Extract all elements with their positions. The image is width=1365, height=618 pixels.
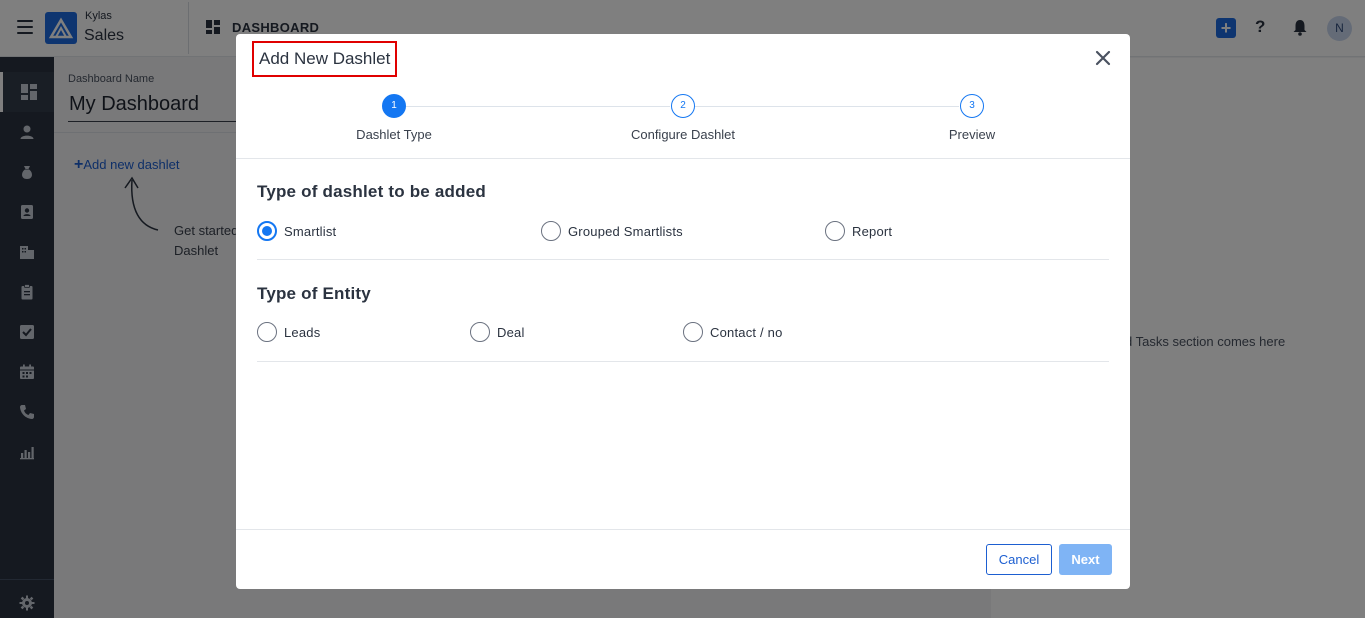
stepper-line-1 [406,106,670,107]
next-button[interactable]: Next [1059,544,1112,575]
cancel-button[interactable]: Cancel [986,544,1052,575]
modal-title: Add New Dashlet [252,41,398,77]
close-icon[interactable] [1094,49,1112,67]
radio-contact[interactable]: Contact / no [683,322,783,342]
footer-divider [236,529,1130,530]
dashlet-type-title: Type of dashlet to be added [257,182,486,201]
radio-deal-label: Deal [497,324,525,340]
entity-type-title: Type of Entity [257,284,371,303]
radio-deal-dot[interactable] [470,322,490,342]
radio-smartlist-label: Smartlist [284,223,337,239]
radio-smartlist-dot[interactable] [257,221,277,241]
radio-leads-dot[interactable] [257,322,277,342]
radio-leads-label: Leads [284,324,321,340]
step-1-indicator: 1 [382,94,406,118]
add-dashlet-modal: Add New Dashlet 1 2 3 Dashlet Type Confi… [236,34,1130,589]
radio-grouped-smartlists-dot[interactable] [541,221,561,241]
entity-divider [257,361,1109,362]
radio-report[interactable]: Report [825,221,892,241]
stepper-line-2 [695,106,959,107]
radio-report-dot[interactable] [825,221,845,241]
radio-contact-label: Contact / no [710,324,783,340]
step-1-label: Dashlet Type [356,127,432,142]
step-2-indicator: 2 [671,94,695,118]
step-3-indicator: 3 [960,94,984,118]
radio-smartlist[interactable]: Smartlist [257,221,336,241]
step-2-label: Configure Dashlet [630,127,736,142]
step-3-label: Preview [948,127,996,142]
radio-deal[interactable]: Deal [470,322,525,342]
radio-grouped-smartlists-label: Grouped Smartlists [568,223,683,239]
stepper-divider [236,158,1130,159]
radio-leads[interactable]: Leads [257,322,320,342]
radio-contact-dot[interactable] [683,322,703,342]
section-divider [257,259,1109,260]
radio-grouped-smartlists[interactable]: Grouped Smartlists [541,221,683,241]
radio-report-label: Report [852,223,893,239]
